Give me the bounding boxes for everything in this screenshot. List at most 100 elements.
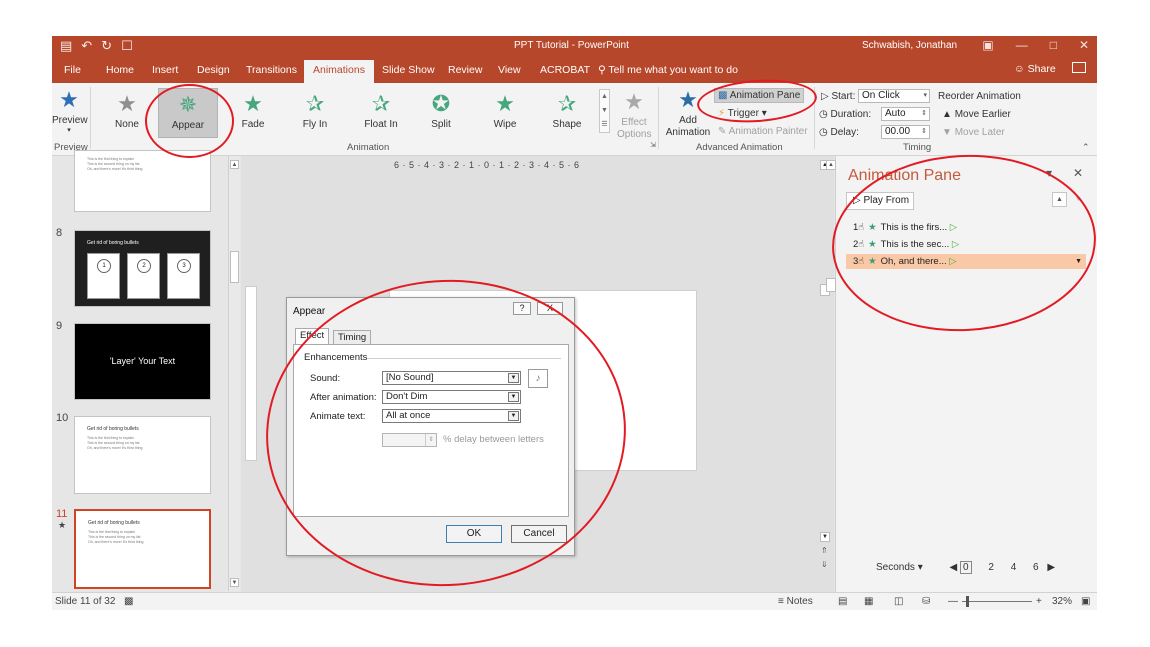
slide-sorter-icon[interactable]: ▦	[864, 596, 873, 607]
animation-appear[interactable]: ✵ Appear	[158, 88, 218, 138]
slideshow-icon[interactable]: ⛁	[922, 596, 930, 607]
zoom-out-icon[interactable]: —	[948, 596, 958, 607]
move-earlier-button[interactable]: ▲ Move Earlier	[942, 109, 1011, 120]
delay-between-letters-input[interactable]: ⇕	[382, 433, 437, 447]
scroll-down-icon[interactable]: ▼	[820, 532, 830, 542]
zoom-in-icon[interactable]: +	[1036, 596, 1042, 607]
animation-split[interactable]: ✪ Split	[420, 91, 462, 130]
slide-thumbnail-8[interactable]: Get rid of boring bullets 1 2 3	[74, 230, 211, 307]
spinner-icon: ⇕	[425, 434, 436, 446]
zoom-slider-thumb[interactable]	[966, 596, 969, 607]
reading-view-icon[interactable]: ◫	[894, 596, 903, 607]
next-slide-icon[interactable]: ⇓	[821, 560, 828, 569]
restore-icon[interactable]: □	[1050, 38, 1057, 52]
seconds-dropdown[interactable]: Seconds ▾	[876, 562, 923, 573]
animation-item-1[interactable]: 1☝ ★ This is the firs... ▷	[846, 220, 1086, 235]
timeline-right-icon[interactable]: ▶	[1047, 562, 1055, 573]
scroll-down-icon[interactable]: ▼	[230, 578, 239, 587]
tab-design[interactable]: Design	[197, 64, 230, 76]
duration-input[interactable]: Auto ⇕	[881, 107, 930, 121]
tab-timing[interactable]: Timing	[333, 330, 372, 345]
slide-thumbnail-10[interactable]: Get rid of boring bullets This is the fi…	[74, 416, 211, 494]
timeline-left-icon[interactable]: ◀	[950, 562, 958, 573]
notes-button[interactable]: ≡ Notes	[778, 596, 813, 607]
effect-options-button[interactable]: ★ Effect Options	[612, 89, 656, 141]
sound-select[interactable]: [No Sound] ▼	[382, 371, 521, 385]
zoom-slider[interactable]	[962, 601, 1032, 602]
animation-pane-button[interactable]: ▩ Animation Pane	[714, 88, 805, 103]
animation-painter-button[interactable]: ✎ Animation Painter	[718, 126, 808, 137]
appear-star-icon: ★	[868, 222, 877, 233]
trigger-button[interactable]: ⚡ Trigger ▾	[718, 108, 767, 119]
slide-thumbnail-7[interactable]: This is the first thing to explain This …	[74, 150, 211, 212]
ribbon-display-icon[interactable]: ▣	[982, 38, 993, 52]
fly-in-star-icon: ✰	[305, 91, 325, 116]
collapse-ribbon-icon[interactable]: ⌃	[1082, 142, 1090, 153]
after-animation-label: After animation:	[310, 392, 377, 403]
animation-float-in[interactable]: ✰ Float In	[356, 91, 406, 130]
thumbnails-scrollbar[interactable]: ▲ ▼	[228, 156, 240, 591]
animation-item-2[interactable]: 2☝ ★ This is the sec... ▷	[846, 237, 1086, 252]
tell-me-search[interactable]: ⚲ Tell me what you want to do	[598, 64, 738, 76]
animate-text-select[interactable]: All at once ▼	[382, 409, 521, 423]
minimize-icon[interactable]: —	[1016, 38, 1028, 52]
start-select[interactable]: On Click ▾	[858, 89, 930, 103]
tab-animations[interactable]: Animations	[304, 60, 374, 83]
cancel-button[interactable]: Cancel	[511, 525, 567, 543]
dialog-close-button[interactable]: X	[537, 302, 563, 315]
animation-item-3[interactable]: 3☝ ★ Oh, and there... ▷ ▼	[846, 254, 1086, 269]
after-animation-select[interactable]: Don't Dim ▼	[382, 390, 521, 404]
tab-acrobat[interactable]: ACROBAT	[540, 64, 590, 76]
slide-thumbnail-11[interactable]: Get rid of boring bullets This is the fi…	[74, 509, 211, 589]
pane-options-chevron-down-icon[interactable]: ▾	[1046, 166, 1052, 180]
animation-fade[interactable]: ★ Fade	[232, 91, 274, 130]
help-button[interactable]: ?	[513, 302, 531, 315]
move-down-icon[interactable]: ▼	[1071, 192, 1086, 207]
save-icon[interactable]: ▤	[60, 38, 72, 54]
speaker-icon[interactable]: ♪	[528, 369, 548, 388]
appear-star-icon: ★	[868, 256, 877, 267]
tab-file[interactable]: File	[64, 64, 81, 76]
comments-icon[interactable]	[1072, 62, 1086, 73]
share-button[interactable]: ☺ Share	[1014, 63, 1056, 75]
add-animation-button[interactable]: ★ Add Animation	[662, 87, 714, 139]
group-divider	[90, 87, 91, 149]
tab-home[interactable]: Home	[106, 64, 134, 76]
tab-slide-show[interactable]: Slide Show	[382, 64, 435, 76]
move-up-icon[interactable]: ▲	[1052, 192, 1067, 207]
play-from-button[interactable]: ▷ Play From	[846, 192, 914, 210]
tab-view[interactable]: View	[498, 64, 521, 76]
previous-slide-icon[interactable]: ⇑	[821, 546, 828, 555]
tab-effect[interactable]: Effect	[295, 328, 330, 345]
chevron-down-icon[interactable]: ▼	[1075, 254, 1082, 269]
spelling-icon[interactable]: ▩	[124, 596, 133, 607]
slide-thumbnails-panel: This is the first thing to explain This …	[52, 150, 227, 592]
scroll-up-icon[interactable]: ▲	[230, 160, 239, 169]
scrollbar-thumb[interactable]	[230, 251, 239, 283]
preview-button[interactable]: ★ Preview ▾	[52, 87, 88, 134]
ok-button[interactable]: OK	[446, 525, 502, 543]
pane-close-icon[interactable]: ✕	[1073, 166, 1083, 180]
delay-input[interactable]: 00.00 ⇕	[881, 125, 930, 139]
dialog-launcher-icon[interactable]: ⇲	[650, 141, 656, 149]
new-file-icon[interactable]: ☐	[121, 38, 133, 54]
tab-review[interactable]: Review	[448, 64, 482, 76]
animation-shape[interactable]: ✰ Shape	[546, 91, 588, 130]
slide-thumbnail-9[interactable]: 'Layer' Your Text	[74, 323, 211, 400]
animation-wipe[interactable]: ★ Wipe	[484, 91, 526, 130]
zoom-level[interactable]: 32%	[1052, 596, 1072, 607]
fit-to-window-icon[interactable]: ▣	[1081, 596, 1090, 607]
tab-transitions[interactable]: Transitions	[246, 64, 297, 76]
pane-scrollbar-thumb[interactable]	[826, 278, 836, 292]
normal-view-icon[interactable]: ▤	[838, 596, 847, 607]
animation-none[interactable]: ★ None	[106, 91, 148, 130]
close-icon[interactable]: ✕	[1079, 38, 1089, 52]
tab-insert[interactable]: Insert	[152, 64, 178, 76]
animation-gallery-scroll[interactable]: ▲ ▼ ☰	[599, 89, 610, 133]
animation-fly-in[interactable]: ✰ Fly In	[294, 91, 336, 130]
undo-icon[interactable]: ↶	[81, 38, 92, 54]
redo-icon[interactable]: ↻	[101, 38, 112, 54]
scroll-up-icon[interactable]: ▲	[826, 160, 836, 170]
user-name[interactable]: Schwabish, Jonathan	[862, 40, 957, 51]
move-later-button[interactable]: ▼ Move Later	[942, 127, 1005, 138]
